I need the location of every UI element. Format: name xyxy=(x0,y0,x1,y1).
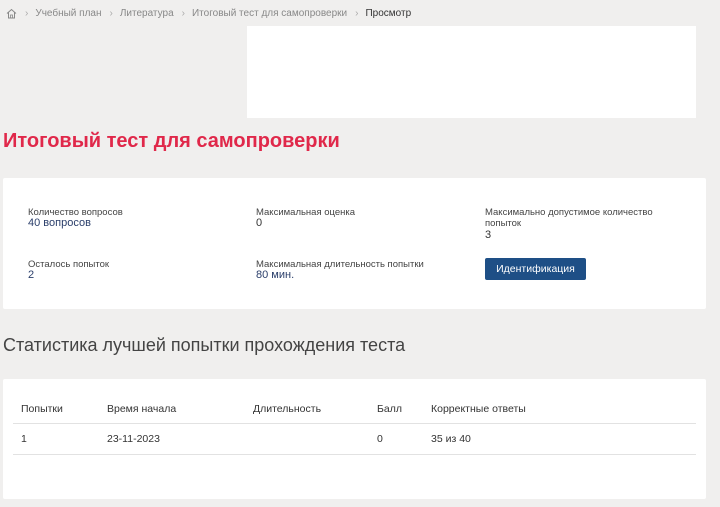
cell-correct-answers: 35 из 40 xyxy=(423,423,696,455)
chevron-right-icon: › xyxy=(25,7,29,19)
column-header-duration: Длительность xyxy=(245,395,369,424)
table-row: 1 23-11-2023 0 35 из 40 xyxy=(13,423,696,455)
banner-placeholder xyxy=(247,26,696,118)
chevron-right-icon: › xyxy=(355,7,359,19)
cell-duration xyxy=(245,423,369,455)
identification-button[interactable]: Идентификация xyxy=(485,258,586,280)
max-score-label: Максимальная оценка xyxy=(256,207,356,218)
column-header-attempts: Попытки xyxy=(13,395,99,424)
breadcrumb-item-view: Просмотр xyxy=(365,7,412,19)
column-header-start-time: Время начала xyxy=(99,395,245,424)
max-attempts-label: Максимально допустимое количество попыто… xyxy=(485,207,653,229)
stats-table: Попытки Время начала Длительность Балл К… xyxy=(13,395,696,455)
chevron-right-icon: › xyxy=(109,7,113,19)
cell-start-time: 23-11-2023 xyxy=(99,423,245,455)
max-score-value: 0 xyxy=(256,217,263,229)
test-info-card: Количество вопросов 40 вопросов Максимал… xyxy=(3,178,706,309)
table-header-row: Попытки Время начала Длительность Балл К… xyxy=(13,395,696,424)
column-header-score: Балл xyxy=(369,395,423,424)
attempts-left-label: Осталось попыток xyxy=(28,259,110,270)
attempts-left-value: 2 xyxy=(28,269,35,281)
stats-title: Статистика лучшей попытки прохождения те… xyxy=(3,335,406,355)
column-header-correct-answers: Корректные ответы xyxy=(423,395,696,424)
breadcrumb-item-final-test[interactable]: Итоговый тест для самопроверки xyxy=(192,8,347,19)
chevron-right-icon: › xyxy=(181,7,185,19)
breadcrumb-item-study-plan[interactable]: Учебный план xyxy=(35,8,101,19)
max-duration-value: 80 мин. xyxy=(256,269,295,281)
page-title: Итоговый тест для самопроверки xyxy=(3,130,340,152)
breadcrumb: › Учебный план › Литература › Итоговый т… xyxy=(6,6,411,20)
questions-count-value: 40 вопросов xyxy=(28,217,91,229)
max-attempts-value: 3 xyxy=(485,229,492,241)
breadcrumb-item-literature[interactable]: Литература xyxy=(120,8,174,19)
home-icon[interactable] xyxy=(6,8,17,19)
cell-attempt: 1 xyxy=(13,423,99,455)
stats-card: Попытки Время начала Длительность Балл К… xyxy=(3,379,706,499)
cell-score: 0 xyxy=(369,423,423,455)
